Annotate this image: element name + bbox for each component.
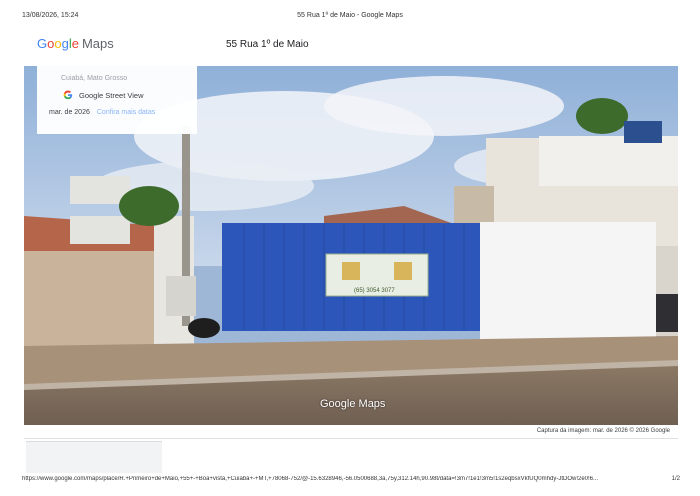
- more-dates-link[interactable]: Confira mais datas: [97, 109, 155, 116]
- capture-date: mar. de 2026: [49, 109, 90, 116]
- water-tank: [624, 121, 662, 143]
- google-letter: G: [37, 36, 48, 51]
- right-building-dark: [539, 136, 678, 186]
- trash-bags: [188, 318, 220, 338]
- google-wordmark: Google: [37, 36, 79, 51]
- print-url: https://www.google.com/maps/place/R.+Pri…: [22, 476, 598, 482]
- street-view-source[interactable]: Google Street View: [63, 90, 185, 100]
- place-title: 55 Rua 1º de Maio: [226, 39, 309, 50]
- print-header: 13/08/2026, 15:24 55 Rua 1º de Maio - Go…: [22, 12, 678, 24]
- google-letter: o: [54, 36, 62, 51]
- street-view-info-card: Cuiabá, Mato Grosso Google Street View m…: [37, 66, 197, 134]
- google-g-icon: [63, 90, 73, 100]
- cloud: [324, 76, 564, 136]
- google-maps-logo[interactable]: Google Maps: [37, 36, 114, 54]
- blurred-wall: [480, 222, 656, 342]
- ac-unit: [70, 216, 130, 244]
- google-letter: e: [71, 36, 79, 51]
- capture-bar: Captura da imagem: mar. de 2026 © 2026 G…: [24, 425, 678, 439]
- sign-logo: [394, 262, 412, 280]
- capture-date-row: mar. de 2026 Confira mais datas: [49, 109, 185, 116]
- parked-car: [656, 294, 678, 332]
- print-page-number: 1/2: [671, 476, 680, 482]
- meter-box: [166, 276, 196, 316]
- google-letter: g: [61, 36, 69, 51]
- left-building-wall: [24, 241, 154, 346]
- print-page-title: 55 Rua 1º de Maio - Google Maps: [297, 12, 403, 19]
- sign-logo: [342, 262, 360, 280]
- thumbnail-strip[interactable]: [26, 441, 162, 473]
- google-maps-watermark: Google Maps: [320, 398, 386, 410]
- maps-wordmark: Maps: [81, 36, 114, 51]
- location-label: Cuiabá, Mato Grosso: [61, 75, 128, 82]
- sign-phone: (65) 3054 3077: [354, 288, 395, 294]
- print-footer: https://www.google.com/maps/place/R.+Pri…: [22, 476, 680, 486]
- street-view-label: Google Street View: [79, 90, 144, 100]
- capture-info: Captura da imagem: mar. de 2026 © 2026 G…: [536, 428, 670, 434]
